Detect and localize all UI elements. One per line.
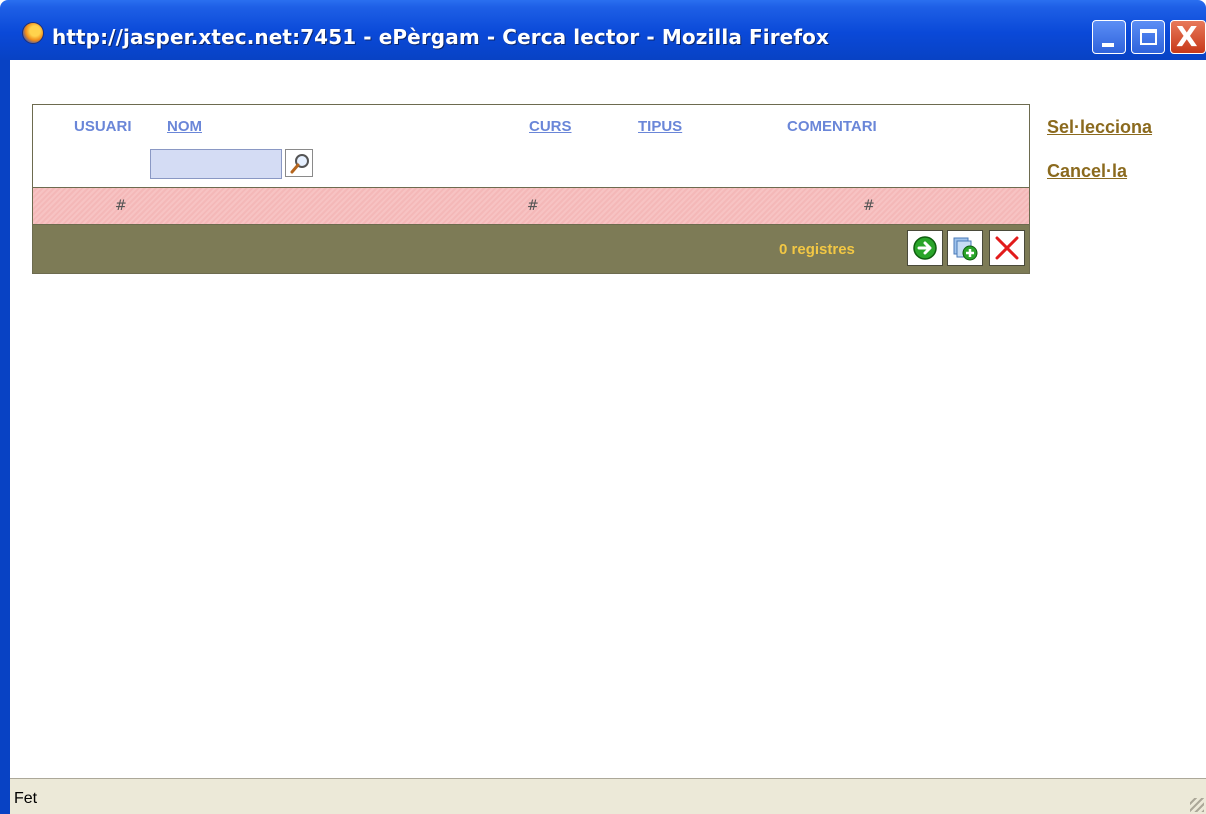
delete-icon xyxy=(995,236,1019,260)
go-button[interactable] xyxy=(907,230,943,266)
window-title-bar[interactable]: http://jasper.xtec.net:7451 - ePèrgam - … xyxy=(0,0,1206,60)
hash-cell: # xyxy=(527,198,539,214)
minimize-button[interactable] xyxy=(1092,20,1126,54)
page-content: USUARI NOM CURS TIPUS COMENTARI # # # 0 … xyxy=(10,60,1206,778)
add-record-button[interactable] xyxy=(947,230,983,266)
column-header-nom-link[interactable]: NOM xyxy=(167,118,202,135)
resize-grip[interactable] xyxy=(1190,798,1204,812)
hash-cell: # xyxy=(863,198,875,214)
column-header-comentari: COMENTARI xyxy=(787,118,877,135)
column-header-usuari: USUARI xyxy=(74,118,132,135)
close-icon: X xyxy=(1176,20,1198,53)
maximize-button[interactable] xyxy=(1131,20,1165,54)
status-bar: Fet xyxy=(10,778,1206,814)
add-record-icon xyxy=(953,237,978,261)
go-icon xyxy=(913,236,937,260)
column-header-tipus-link[interactable]: TIPUS xyxy=(638,118,682,135)
reader-search-grid: USUARI NOM CURS TIPUS COMENTARI # # # 0 … xyxy=(32,104,1030,274)
delete-button[interactable] xyxy=(989,230,1025,266)
name-search-input[interactable] xyxy=(150,149,282,179)
firefox-icon xyxy=(22,22,44,44)
status-text: Fet xyxy=(14,790,38,807)
grid-header: USUARI NOM CURS TIPUS COMENTARI xyxy=(33,105,1029,187)
grid-empty-row: # # # xyxy=(33,187,1029,225)
grid-footer: 0 registres xyxy=(33,225,1029,273)
maximize-icon xyxy=(1140,29,1157,45)
minimize-icon xyxy=(1102,43,1114,47)
magnifier-icon xyxy=(290,154,309,174)
cancel-link[interactable]: Cancel·la xyxy=(1047,161,1127,182)
record-count: 0 registres xyxy=(779,241,855,258)
window-title: http://jasper.xtec.net:7451 - ePèrgam - … xyxy=(52,25,829,49)
column-header-curs-link[interactable]: CURS xyxy=(529,118,572,135)
window-frame-left xyxy=(0,60,10,814)
hash-cell: # xyxy=(115,198,127,214)
close-window-button[interactable]: X xyxy=(1170,20,1206,54)
search-button[interactable] xyxy=(285,149,313,177)
select-link[interactable]: Sel·lecciona xyxy=(1047,117,1152,138)
